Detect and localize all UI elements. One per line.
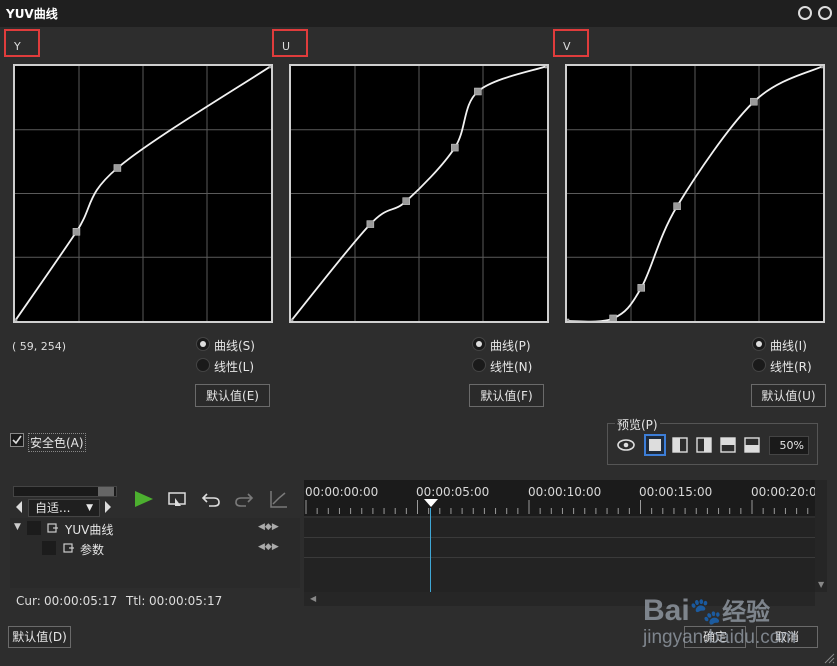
track-area[interactable] bbox=[304, 518, 815, 592]
control-point[interactable] bbox=[113, 164, 122, 172]
timecode-0: 00:00:00:00 bbox=[305, 485, 379, 499]
timecode-4: 00:00:20:0 bbox=[751, 485, 817, 499]
safe-color-label: 安全色(A) bbox=[28, 433, 86, 452]
keyframe-nav-1[interactable]: ◀◆▶ bbox=[258, 522, 279, 532]
y-default-button[interactable]: 默认值(E) bbox=[195, 384, 270, 407]
control-point[interactable] bbox=[13, 318, 18, 323]
watermark-url: jingyan.baidu.com bbox=[643, 627, 797, 648]
control-point[interactable] bbox=[750, 97, 758, 106]
timecode-3: 00:00:15:00 bbox=[639, 485, 713, 499]
zoom-slider[interactable] bbox=[13, 486, 117, 497]
track-name-1: YUV曲线 bbox=[65, 523, 114, 537]
control-point[interactable] bbox=[366, 220, 375, 228]
vertical-scrollbar[interactable]: ▼ bbox=[815, 480, 827, 592]
preview-split-right-icon[interactable] bbox=[696, 437, 712, 453]
track-enable-box-1[interactable] bbox=[27, 521, 41, 535]
play-icon[interactable] bbox=[133, 489, 155, 509]
footer-default-button[interactable]: 默认值(D) bbox=[8, 626, 71, 648]
playhead-marker[interactable] bbox=[424, 499, 438, 508]
playhead-line bbox=[430, 508, 431, 592]
control-point[interactable] bbox=[289, 318, 294, 323]
redo-icon[interactable] bbox=[234, 490, 254, 508]
scroll-left-icon[interactable]: ◀ bbox=[310, 594, 316, 603]
check-icon bbox=[12, 435, 22, 445]
track-divider bbox=[304, 557, 815, 558]
u-linear-radio-label: 线性(N) bbox=[490, 360, 533, 374]
preview-full-button[interactable] bbox=[644, 434, 666, 456]
y-curve-radio[interactable] bbox=[196, 337, 210, 351]
ruler-ticks bbox=[305, 500, 809, 514]
channel-label-y: Y bbox=[4, 29, 40, 57]
zoom-mode-select[interactable]: 自适... ▼ bbox=[28, 499, 100, 517]
paw-icon: 🐾 bbox=[689, 596, 723, 626]
channel-label-u: U bbox=[272, 29, 308, 57]
control-point[interactable] bbox=[565, 318, 570, 323]
v-curve-radio[interactable] bbox=[752, 337, 766, 351]
control-point[interactable] bbox=[474, 87, 482, 96]
undo-icon[interactable] bbox=[201, 490, 221, 508]
u-linear-radio[interactable] bbox=[472, 358, 486, 372]
watermark-logo: Bai🐾经验 bbox=[643, 592, 770, 628]
zoom-slider-thumb[interactable] bbox=[98, 487, 114, 496]
track-name-2: 参数 bbox=[80, 543, 105, 557]
preview-percent-field[interactable]: 50% bbox=[769, 436, 809, 455]
preview-split-left-icon[interactable] bbox=[672, 437, 688, 453]
y-curve-plot[interactable] bbox=[13, 64, 273, 323]
track-enable-box-2[interactable] bbox=[42, 541, 56, 555]
control-point[interactable] bbox=[637, 284, 645, 292]
control-point[interactable] bbox=[820, 64, 825, 69]
preview-split-top-icon[interactable] bbox=[720, 437, 736, 453]
zoom-mode-value: 自适... bbox=[35, 501, 71, 515]
arrow-right-icon[interactable] bbox=[104, 500, 112, 514]
settings-icon[interactable] bbox=[798, 6, 812, 20]
watermark-logo-text: Bai bbox=[643, 594, 690, 627]
eye-icon[interactable] bbox=[616, 438, 636, 452]
scroll-down-icon[interactable]: ▼ bbox=[818, 580, 824, 589]
effect-icon bbox=[47, 523, 58, 533]
close-icon[interactable] bbox=[818, 6, 832, 20]
control-point[interactable] bbox=[451, 143, 459, 152]
coordinate-readout: ( 59, 254) bbox=[12, 340, 67, 353]
keyframe-curve-icon[interactable] bbox=[269, 489, 289, 509]
preview-split-bottom-icon[interactable] bbox=[744, 437, 760, 453]
y-linear-radio[interactable] bbox=[196, 358, 210, 372]
control-point[interactable] bbox=[268, 64, 273, 69]
channel-label-v: V bbox=[553, 29, 589, 57]
y-linear-radio-label: 线性(L) bbox=[214, 360, 255, 374]
chevron-down-icon: ▼ bbox=[86, 503, 93, 513]
keyframe-nav-2[interactable]: ◀◆▶ bbox=[258, 542, 279, 552]
collapse-triangle-icon[interactable]: ▼ bbox=[14, 522, 21, 532]
safe-color-checkbox[interactable] bbox=[10, 433, 24, 447]
v-linear-radio-label: 线性(R) bbox=[770, 360, 812, 374]
v-linear-radio[interactable] bbox=[752, 358, 766, 372]
v-curve-radio-label: 曲线(I) bbox=[770, 339, 807, 353]
cur-timecode: 00:00:05:17 bbox=[44, 594, 118, 608]
control-point[interactable] bbox=[544, 64, 549, 69]
resize-grip-icon[interactable] bbox=[823, 652, 835, 664]
u-curve-radio-label: 曲线(P) bbox=[490, 339, 531, 353]
watermark-logo-text-2: 经验 bbox=[722, 599, 771, 626]
u-default-button[interactable]: 默认值(F) bbox=[469, 384, 544, 407]
timecode-2: 00:00:10:00 bbox=[528, 485, 602, 499]
loop-play-icon[interactable] bbox=[167, 490, 189, 510]
u-curve-plot[interactable] bbox=[289, 64, 549, 323]
v-curve-plot[interactable] bbox=[565, 64, 825, 323]
y-curve-radio-label: 曲线(S) bbox=[214, 339, 255, 353]
preview-label: 预览(P) bbox=[615, 416, 660, 433]
cur-label: Cur: bbox=[16, 594, 41, 608]
control-point[interactable] bbox=[609, 314, 617, 322]
u-curve-radio[interactable] bbox=[472, 337, 486, 351]
arrow-left-icon[interactable] bbox=[15, 500, 23, 514]
control-point[interactable] bbox=[72, 228, 81, 236]
ttl-label: Ttl: bbox=[126, 594, 146, 608]
control-point[interactable] bbox=[402, 197, 410, 205]
control-point[interactable] bbox=[673, 202, 681, 210]
window-title: YUV曲线 bbox=[6, 7, 58, 21]
title-bar bbox=[0, 0, 837, 27]
v-default-button[interactable]: 默认值(U) bbox=[751, 384, 826, 407]
timecode-1: 00:00:05:00 bbox=[416, 485, 490, 499]
param-icon bbox=[63, 543, 74, 553]
track-divider bbox=[304, 537, 815, 538]
ttl-timecode: 00:00:05:17 bbox=[149, 594, 223, 608]
